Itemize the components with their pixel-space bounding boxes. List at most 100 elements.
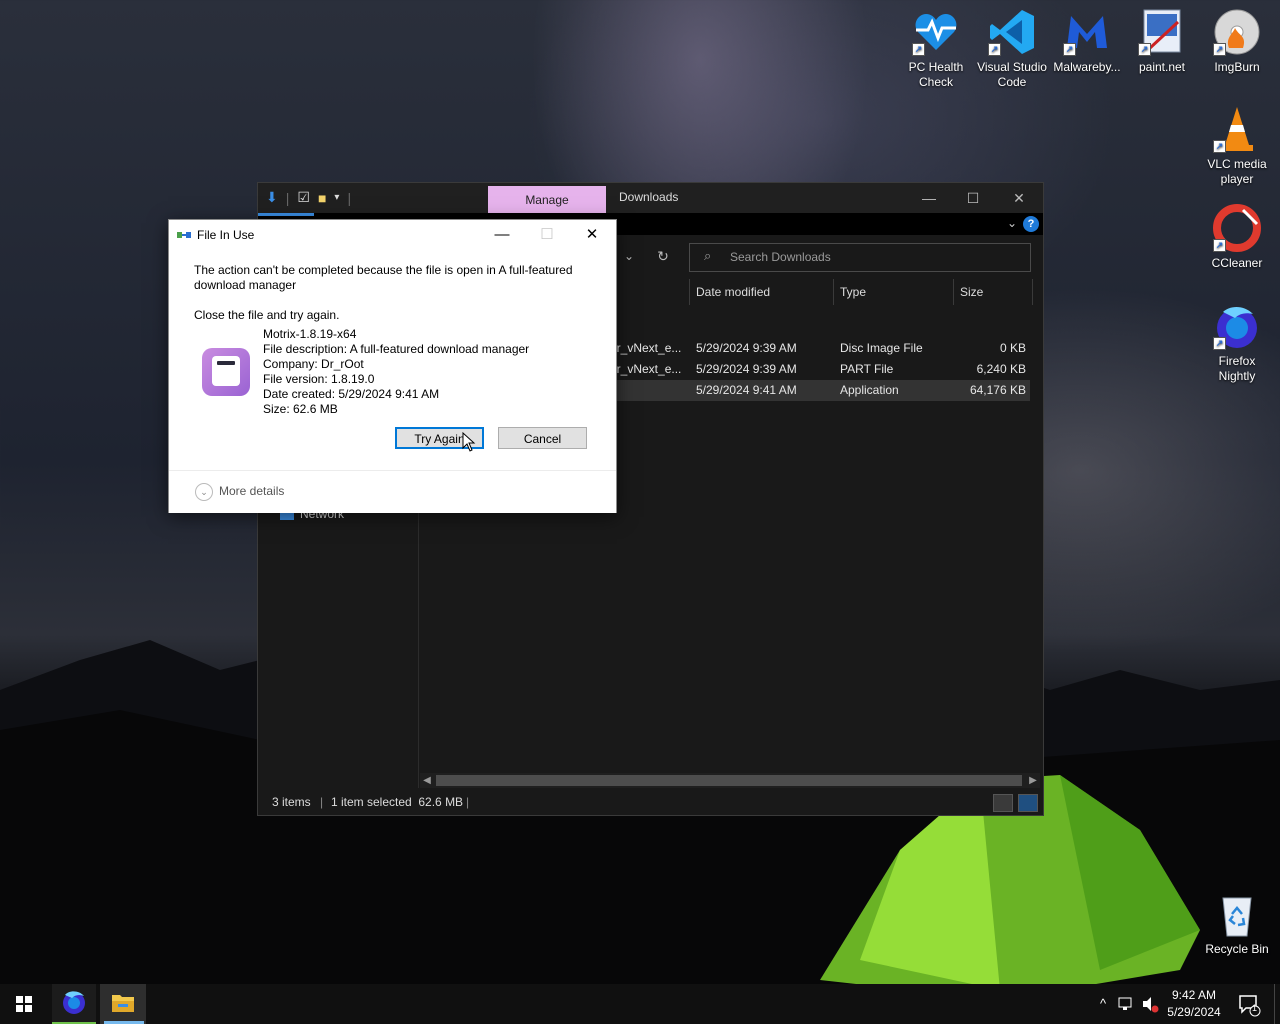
search-input[interactable] <box>728 249 1022 265</box>
dialog-title: File In Use <box>197 228 255 242</box>
refresh-icon[interactable]: ↻ <box>652 245 674 267</box>
desktop-icon-pc-health-check[interactable]: ↗ PC Health Check <box>898 8 974 90</box>
volume-muted-icon[interactable] <box>1140 984 1160 1024</box>
mouse-cursor-icon <box>462 432 476 452</box>
motrix-app-icon <box>202 348 250 396</box>
network-icon[interactable] <box>1116 984 1136 1024</box>
close-button[interactable]: ✕ <box>997 187 1041 209</box>
selection-info: 1 item selected 62.6 MB <box>331 795 464 809</box>
start-button[interactable] <box>0 984 48 1024</box>
taskbar: ^ 9:42 AM 5/29/2024 1 <box>0 984 1280 1024</box>
dialog-minimize-button[interactable]: — <box>482 224 522 246</box>
column-header-type[interactable]: Type <box>840 281 866 303</box>
file-date: 5/29/2024 9:39 AM <box>696 341 797 355</box>
details-view-icon[interactable] <box>993 794 1013 812</box>
file-date: 5/29/2024 9:39 AM <box>696 362 797 376</box>
dialog-close-button[interactable]: ✕ <box>572 224 612 246</box>
desktop-icon-vscode[interactable]: ↗ Visual Studio Code <box>974 8 1050 90</box>
file-size: 64,176 KB <box>969 383 1026 397</box>
new-folder-icon[interactable]: ■ <box>318 190 326 206</box>
desktop-icon-label: ImgBurn <box>1214 60 1260 74</box>
properties-icon[interactable]: ☑ <box>297 189 310 206</box>
desktop-icon-imgburn[interactable]: ↗ ImgBurn <box>1199 8 1275 75</box>
desktop-icon-paintnet[interactable]: ↗ paint.net <box>1124 8 1200 75</box>
quick-access-toolbar: ⬇ | ☑ ■ ▾ | <box>266 189 351 206</box>
separator: | <box>466 795 470 809</box>
horizontal-scrollbar[interactable]: ◀ ▶ <box>420 773 1040 788</box>
windows-logo-icon <box>16 996 32 1012</box>
large-icons-view-icon[interactable] <box>1018 794 1038 812</box>
dialog-message: The action can't be completed because th… <box>194 263 573 292</box>
file-type: Disc Image File <box>840 341 923 355</box>
file-size: Size: 62.6 MB <box>263 402 338 416</box>
file-row[interactable]: er_vNext_e... 5/29/2024 9:39 AM Disc Ima… <box>610 338 1030 359</box>
file-info: Motrix-1.8.19-x64 File description: A fu… <box>263 327 529 417</box>
chevron-down-icon: ⌄ <box>195 483 213 501</box>
scroll-left-arrow-icon[interactable]: ◀ <box>420 773 434 788</box>
column-header-size[interactable]: Size <box>960 281 983 303</box>
file-row-selected[interactable]: 5/29/2024 9:41 AM Application 64,176 KB <box>610 380 1030 401</box>
column-header-date-modified[interactable]: Date modified <box>696 281 770 303</box>
notification-count-badge: 1 <box>1252 1003 1258 1013</box>
heart-pulse-icon: ↗ <box>912 8 960 56</box>
firefox-nightly-icon <box>63 991 85 1014</box>
download-arrow-icon[interactable]: ⬇ <box>266 189 278 206</box>
dialog-title-bar: File In Use — ☐ ✕ <box>169 220 616 250</box>
tab-manage[interactable]: Manage <box>488 186 606 213</box>
customize-qat-chevron-icon[interactable]: ▾ <box>334 192 339 203</box>
file-size: 0 KB <box>999 341 1026 355</box>
item-count: 3 items <box>272 795 311 809</box>
cancel-button[interactable]: Cancel <box>498 427 587 449</box>
scrollbar-thumb[interactable] <box>436 775 1022 786</box>
column-separator[interactable] <box>1032 279 1033 305</box>
more-details-label: More details <box>219 484 285 499</box>
separator: | <box>347 189 352 206</box>
tray-overflow-chevron-icon[interactable]: ^ <box>1094 984 1112 1024</box>
file-type: Application <box>840 383 899 397</box>
vlc-cone-icon: ↗ <box>1213 105 1261 153</box>
status-bar: 3 items | 1 item selected 62.6 MB | <box>258 790 1043 814</box>
file-size: 6,240 KB <box>976 362 1026 376</box>
desktop-icon-firefox-nightly[interactable]: ↗ Firefox Nightly <box>1199 302 1275 384</box>
scroll-right-arrow-icon[interactable]: ▶ <box>1026 773 1040 788</box>
file-in-use-dialog: File In Use — ☐ ✕ The action can't be co… <box>168 219 617 513</box>
column-separator[interactable] <box>833 279 834 305</box>
search-icon: ⌕ <box>704 248 712 263</box>
desktop-icon-recycle-bin[interactable]: Recycle Bin <box>1199 890 1275 957</box>
file-transfer-icon <box>177 232 191 238</box>
taskbar-firefox-nightly[interactable] <box>52 984 96 1024</box>
ribbon-expand-chevron-icon[interactable]: ⌄ <box>1007 216 1017 230</box>
separator: | <box>285 189 290 206</box>
desktop-icon-label: VLC media player <box>1207 157 1267 186</box>
taskbar-clock[interactable]: 9:42 AM 5/29/2024 <box>1162 987 1226 1021</box>
file-type: PART File <box>840 362 894 376</box>
vscode-icon: ↗ <box>988 8 1036 56</box>
taskbar-file-explorer[interactable] <box>100 984 146 1024</box>
help-icon[interactable]: ? <box>1023 216 1039 232</box>
desktop-icon-label: CCleaner <box>1211 256 1263 270</box>
ribbon-file-tab-indicator[interactable] <box>258 213 314 216</box>
desktop-icon-label: paint.net <box>1138 60 1186 74</box>
file-date-created: Date created: 5/29/2024 9:41 AM <box>263 387 440 401</box>
column-separator[interactable] <box>689 279 690 305</box>
desktop-icon-malwarebytes[interactable]: ↗ Malwareby... <box>1049 8 1125 75</box>
more-details-toggle[interactable]: ⌄ More details <box>195 483 284 501</box>
search-box[interactable]: ⌕ <box>689 243 1031 272</box>
desktop-icon-label: Malwareby... <box>1053 60 1121 74</box>
desktop-icon-label: PC Health Check <box>908 60 964 89</box>
notification-icon <box>1239 995 1261 1017</box>
desktop-icon-ccleaner[interactable]: ↗ CCleaner <box>1199 204 1275 271</box>
action-center-button[interactable]: 1 <box>1236 984 1262 1024</box>
minimize-button[interactable]: — <box>907 187 951 209</box>
desktop-icon-label: Firefox Nightly <box>1218 354 1256 383</box>
clock-time: 9:42 AM <box>1171 988 1217 1002</box>
column-separator[interactable] <box>953 279 954 305</box>
desktop-icon-vlc[interactable]: ↗ VLC media player <box>1199 105 1275 187</box>
file-company: Company: Dr_rOot <box>263 357 364 371</box>
file-row[interactable]: er_vNext_e... 5/29/2024 9:39 AM PART Fil… <box>610 359 1030 380</box>
malwarebytes-icon: ↗ <box>1063 8 1111 56</box>
show-desktop-button[interactable] <box>1274 984 1280 1024</box>
address-dropdown-chevron-icon[interactable]: ⌄ <box>620 245 638 267</box>
maximize-button[interactable]: ☐ <box>951 187 995 209</box>
dialog-footer: ⌄ More details <box>169 470 616 513</box>
